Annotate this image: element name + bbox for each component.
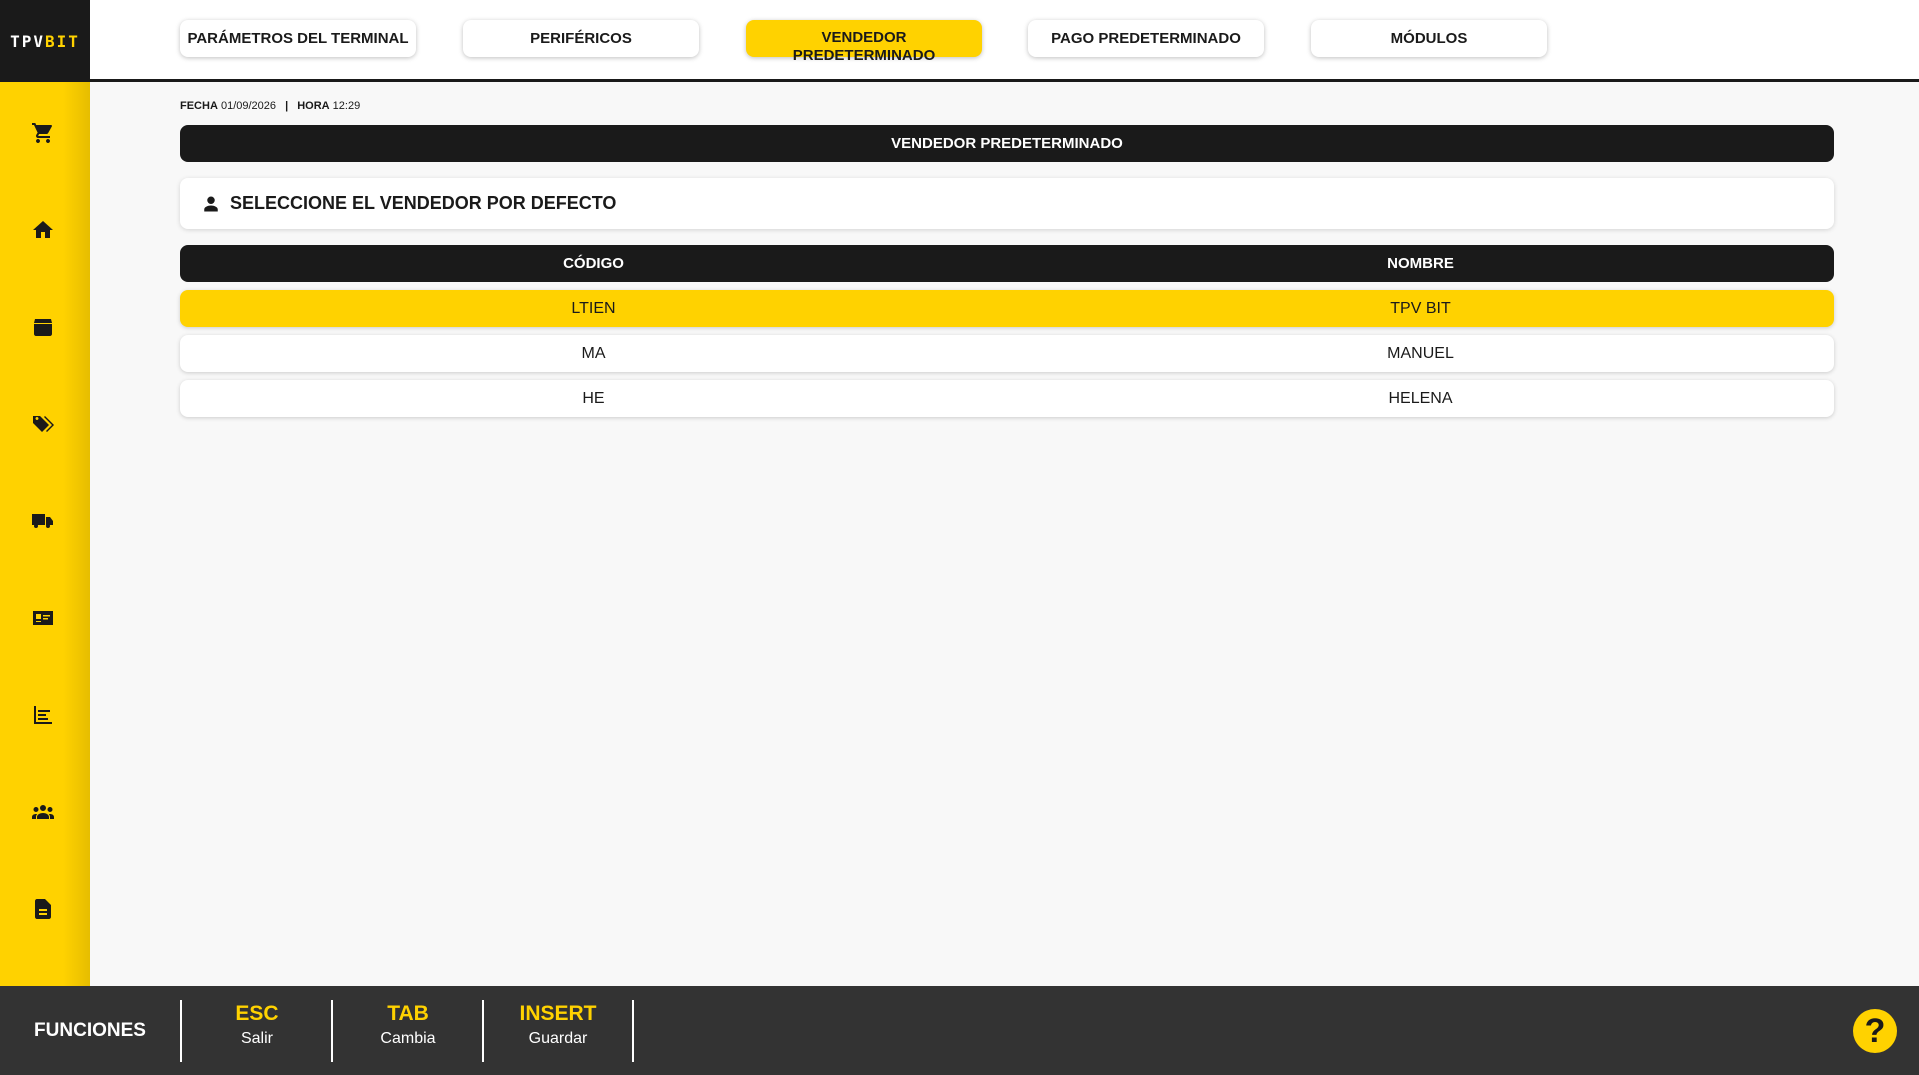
insert-key-button[interactable]: INSERT Guardar [482, 1000, 634, 1062]
key-action: Salir [240, 1030, 273, 1047]
tab-label-line2: PREDETERMINADO [792, 47, 936, 64]
cell-nombre: HELENA [1388, 390, 1453, 407]
esc-key-button[interactable]: ESC Salir [180, 1000, 332, 1062]
tags-icon[interactable] [30, 411, 56, 437]
table-row[interactable]: HE HELENA [180, 380, 1834, 417]
fecha-value: 01/09/2026 [220, 100, 277, 112]
help-icon[interactable]: ? [1853, 1009, 1897, 1053]
tab-pago-predeterminado[interactable]: PAGO PREDETERMINADO [1028, 20, 1264, 57]
select-vendor-label: SELECCIONE EL VENDEDOR POR DEFECTO [230, 193, 617, 213]
sidebar [0, 82, 90, 986]
hora-label: HORA [297, 100, 330, 112]
cell-nombre: TPV BIT [1390, 300, 1451, 317]
key-label: TAB [387, 1002, 429, 1025]
app-logo: TPV BIT [0, 0, 90, 82]
cell-codigo: MA [581, 345, 606, 362]
tab-vendedor-predeterminado[interactable]: VENDEDOR PREDETERMINADO [746, 20, 982, 64]
cell-codigo: LTIEN [571, 300, 616, 317]
select-vendor-box: SELECCIONE EL VENDEDOR POR DEFECTO [180, 178, 1834, 229]
box-icon[interactable] [30, 314, 56, 340]
document-icon[interactable] [30, 896, 56, 922]
hora-value: 12:29 [332, 100, 361, 112]
id-card-icon[interactable] [30, 605, 56, 631]
logo-text-main: TPV [10, 31, 45, 51]
table-row[interactable]: LTIEN TPV BIT [180, 290, 1834, 327]
key-label: INSERT [519, 1002, 597, 1025]
key-action: Guardar [528, 1030, 588, 1047]
top-tab-bar: PARÁMETROS DEL TERMINAL PERIFÉRICOS VEND… [90, 0, 1919, 82]
truck-icon[interactable] [30, 508, 56, 534]
home-icon[interactable] [30, 217, 56, 243]
tab-modulos[interactable]: MÓDULOS [1311, 20, 1547, 57]
cell-codigo: HE [582, 390, 605, 407]
tab-key-button[interactable]: TAB Cambia [331, 1000, 483, 1062]
date-time-display: FECHA 01/09/2026 | HORA 12:29 [180, 100, 360, 112]
user-icon [204, 196, 218, 211]
table-header: CÓDIGO NOMBRE [180, 245, 1834, 282]
users-icon[interactable] [30, 799, 56, 825]
column-header-nombre: NOMBRE [1387, 255, 1454, 272]
tab-parametros-terminal[interactable]: PARÁMETROS DEL TERMINAL [180, 20, 416, 57]
key-label: ESC [235, 1002, 279, 1025]
table-row[interactable]: MA MANUEL [180, 335, 1834, 372]
help-symbol: ? [1864, 1012, 1886, 1050]
logo-text-accent: BIT [45, 31, 80, 51]
footer-title: FUNCIONES [34, 1020, 146, 1041]
chart-icon[interactable] [30, 702, 56, 728]
cart-icon[interactable] [30, 120, 56, 146]
tab-perifericos[interactable]: PERIFÉRICOS [463, 20, 699, 57]
footer-function-bar: FUNCIONES ESC Salir TAB Cambia INSERT Gu… [0, 986, 1919, 1075]
datetime-separator: | [285, 100, 289, 112]
column-header-codigo: CÓDIGO [563, 255, 624, 272]
section-title: VENDEDOR PREDETERMINADO [180, 125, 1834, 162]
fecha-label: FECHA [180, 100, 218, 112]
key-action: Cambia [380, 1030, 436, 1047]
tab-label-line1: VENDEDOR [821, 29, 907, 46]
cell-nombre: MANUEL [1387, 345, 1454, 362]
